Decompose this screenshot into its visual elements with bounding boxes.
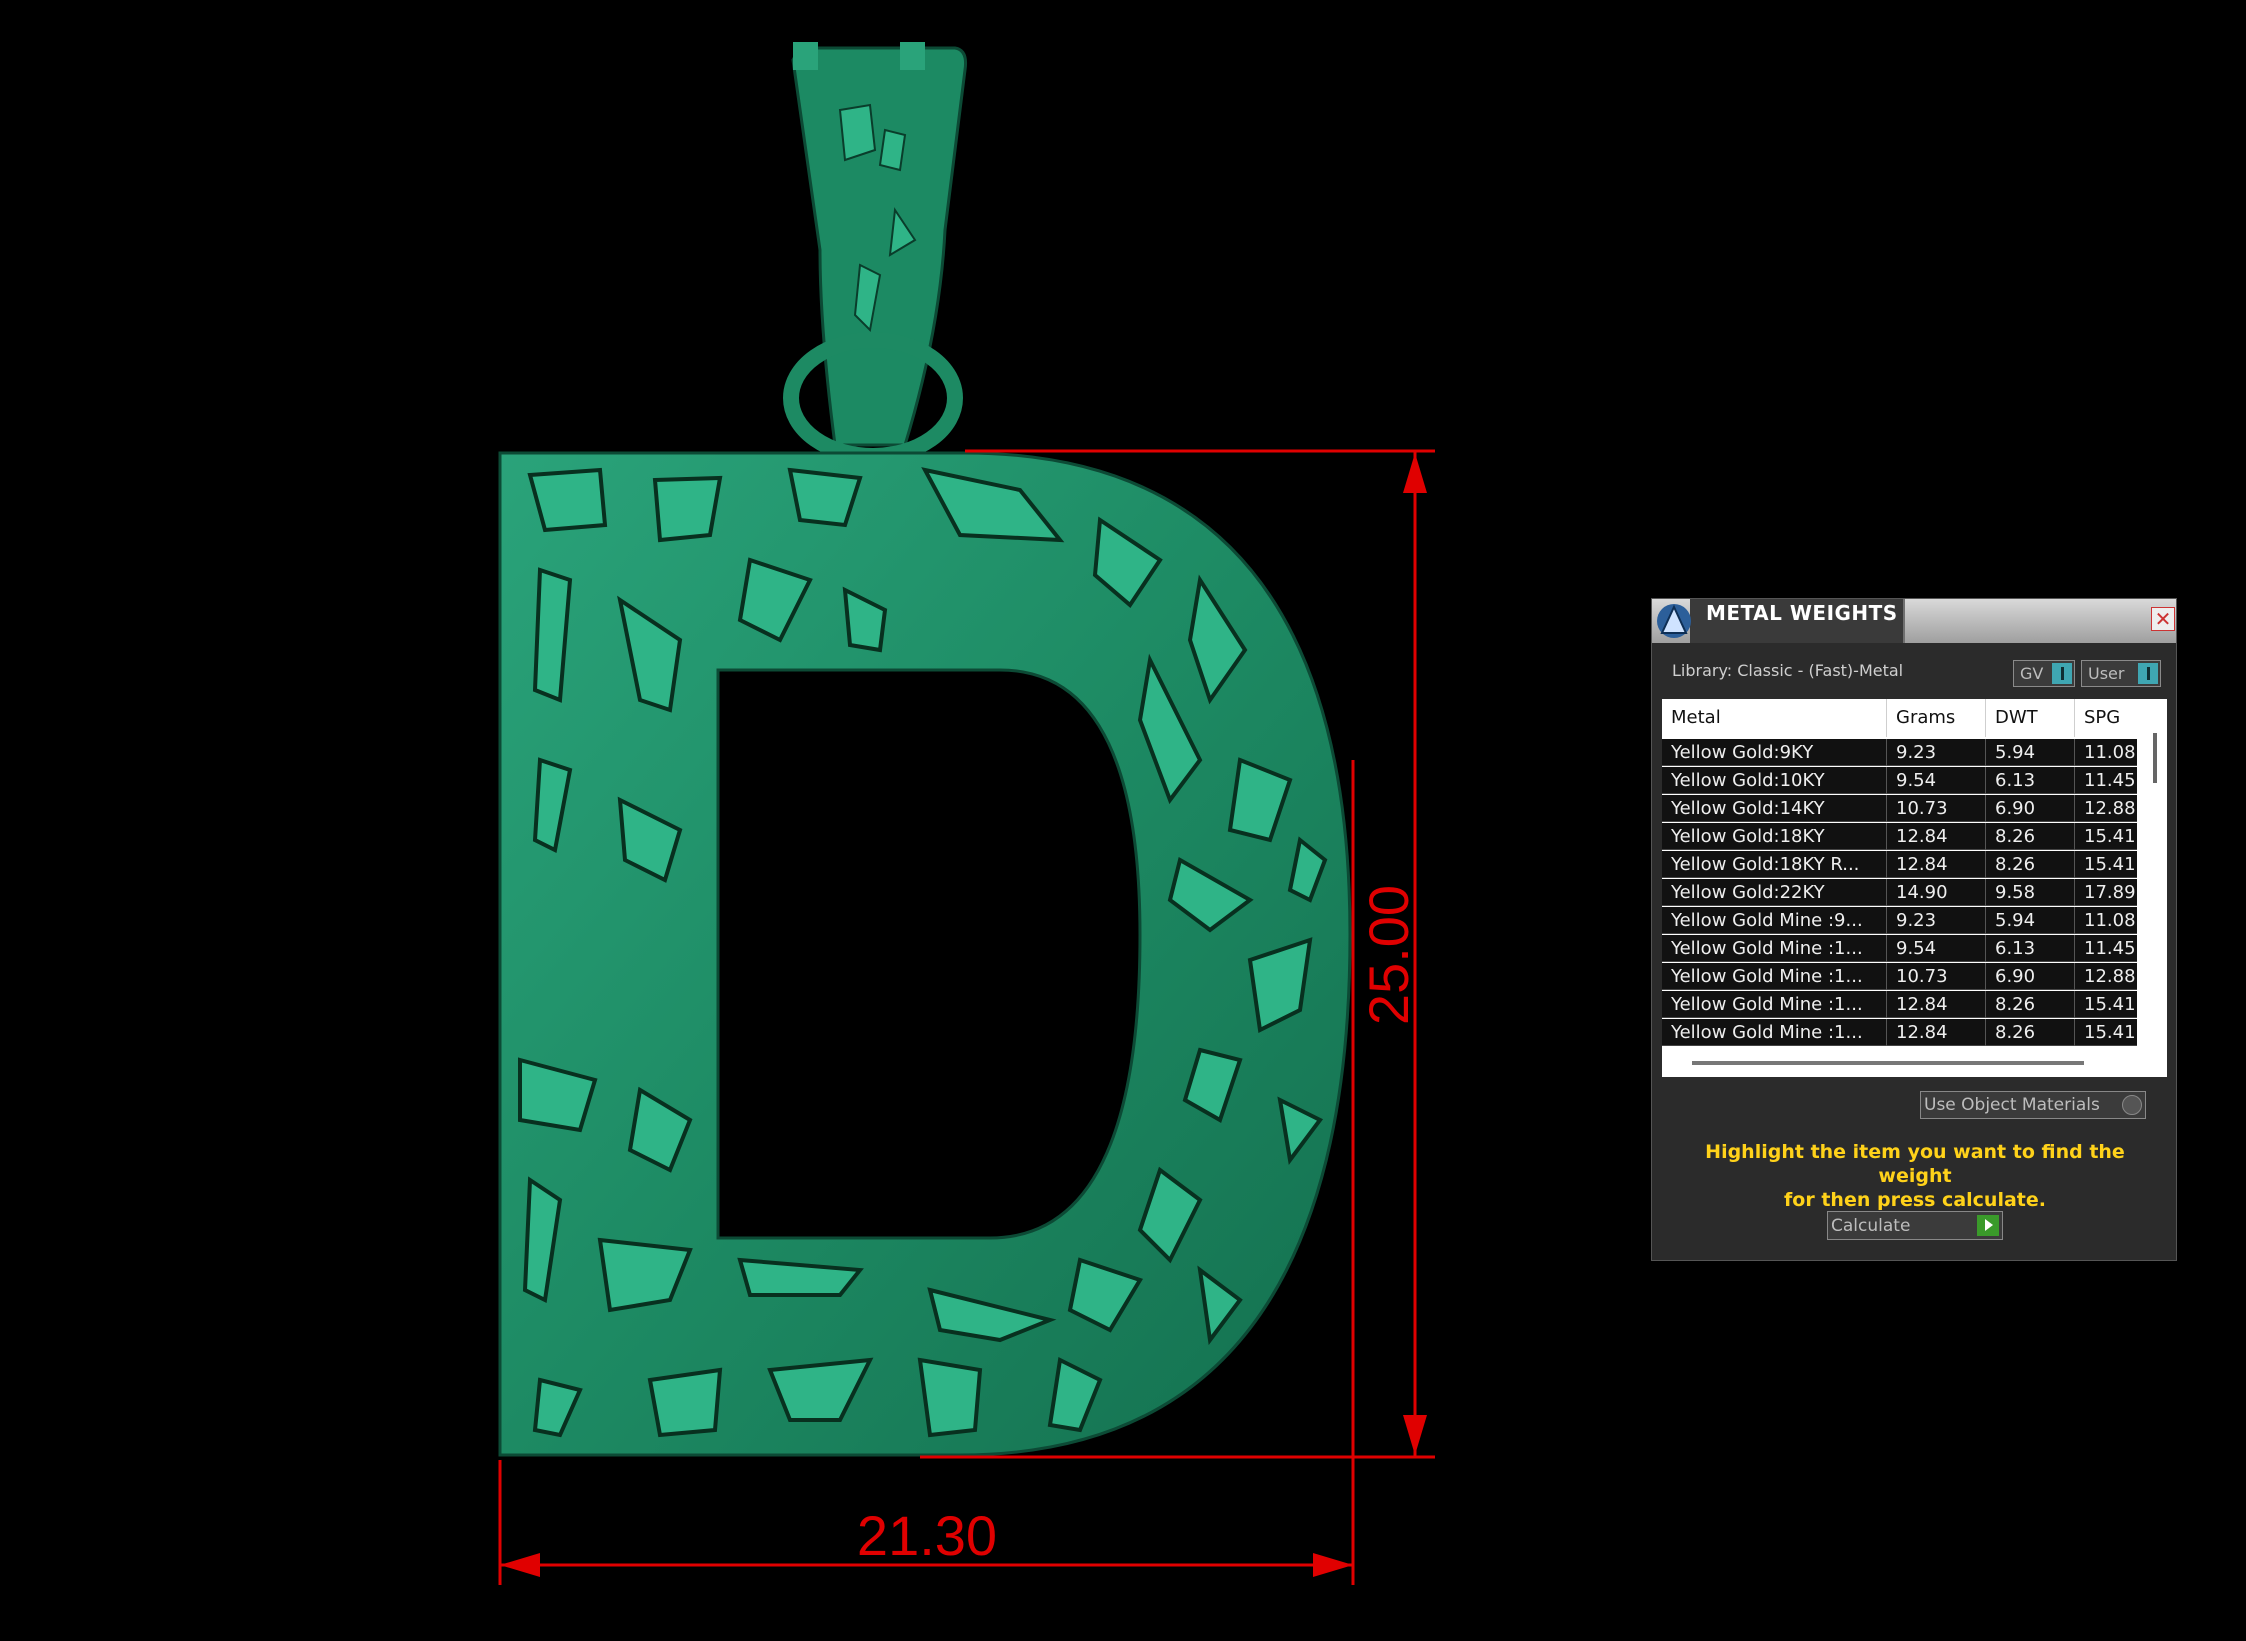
table-cell: 11.45 — [2084, 770, 2136, 791]
use-object-materials-toggle[interactable]: Use Object Materials — [1920, 1091, 2146, 1119]
table-cell: 5.94 — [1986, 907, 2075, 934]
height-dimension-label: 25.00 — [1357, 885, 1420, 1025]
table-cell: 12.84 — [1887, 823, 1986, 850]
table-cell: 8.26 — [1986, 991, 2075, 1018]
table-cell: Yellow Gold:10KY — [1662, 767, 1887, 794]
table-cell: 9.23 — [1887, 739, 1986, 766]
table-cell: 17.89 — [2084, 882, 2136, 903]
table-cell: 12.88 — [2084, 798, 2136, 819]
table-row[interactable]: Yellow Gold Mine :1... 9.54 6.13 11.45 — [1662, 935, 2137, 962]
table-cell: 10.73 — [1887, 795, 1986, 822]
library-label: Library: Classic - (Fast)-Metal — [1672, 661, 1904, 680]
table-cell: Yellow Gold Mine :1... — [1662, 1019, 1887, 1046]
table-cell: 5.94 — [1986, 739, 2075, 766]
vertical-scrollbar[interactable] — [2146, 703, 2164, 1073]
table-cell: Yellow Gold Mine :1... — [1662, 935, 1887, 962]
table-cell: 11.45 — [2084, 938, 2136, 959]
table-cell: Yellow Gold Mine :9... — [1662, 907, 1887, 934]
app-logo-icon — [1657, 604, 1691, 638]
table-cell: 15.41 — [2084, 994, 2136, 1015]
radio-indicator-icon — [2122, 1095, 2142, 1115]
table-row[interactable]: Yellow Gold:18KY R... 12.84 8.26 15.41 — [1662, 851, 2137, 878]
table-row[interactable]: Yellow Gold Mine :1... 12.84 8.26 15.41 — [1662, 1019, 2137, 1046]
table-cell: Yellow Gold:18KY R... — [1662, 851, 1887, 878]
horizontal-scrollbar[interactable] — [1692, 1061, 2084, 1065]
table-header: Metal Grams DWT SPG — [1662, 699, 2137, 737]
instruction-line-2: for then press calculate. — [1784, 1189, 2046, 1211]
table-cell: Yellow Gold:18KY — [1662, 823, 1887, 850]
table-cell: 6.13 — [1986, 767, 2075, 794]
toggle-indicator-icon — [2138, 663, 2158, 684]
table-cell: 6.13 — [1986, 935, 2075, 962]
table-cell: 12.88 — [2084, 966, 2136, 987]
table-cell: 9.58 — [1986, 879, 2075, 906]
table-cell: 8.26 — [1986, 823, 2075, 850]
use-object-materials-label: Use Object Materials — [1924, 1095, 2100, 1115]
scrollbar-thumb[interactable] — [2153, 733, 2157, 783]
column-header-metal[interactable]: Metal — [1662, 699, 1887, 737]
table-cell: 8.26 — [1986, 1019, 2075, 1046]
table-cell: Yellow Gold Mine :1... — [1662, 991, 1887, 1018]
pendant-bail — [783, 42, 967, 464]
table-cell: 15.41 — [2084, 1022, 2136, 1043]
table-cell: 9.54 — [1887, 935, 1986, 962]
user-toggle-label: User — [2088, 664, 2125, 683]
table-cell: 15.41 — [2084, 854, 2136, 875]
table-cell: 8.26 — [1986, 851, 2075, 878]
table-cell: Yellow Gold:22KY — [1662, 879, 1887, 906]
table-cell: 6.90 — [1986, 795, 2075, 822]
table-row[interactable]: Yellow Gold:14KY 10.73 6.90 12.88 — [1662, 795, 2137, 822]
panel-title: METAL WEIGHTS — [1706, 601, 1898, 625]
gv-toggle[interactable]: GV — [2013, 660, 2075, 687]
instruction-text: Highlight the item you want to find the … — [1672, 1140, 2158, 1212]
table-cell: 9.23 — [1887, 907, 1986, 934]
close-icon[interactable]: ✕ — [2151, 607, 2175, 631]
table-cell: 12.84 — [1887, 991, 1986, 1018]
pendant-letter-d — [498, 451, 1352, 1457]
table-cell: 11.08 — [2084, 910, 2136, 931]
table-cell: 6.90 — [1986, 963, 2075, 990]
table-row[interactable]: Yellow Gold:22KY 14.90 9.58 17.89 — [1662, 879, 2137, 906]
table-cell: 12.84 — [1887, 851, 1986, 878]
table-cell: Yellow Gold:9KY — [1662, 739, 1887, 766]
table-cell: 11.08 — [2084, 742, 2136, 763]
user-toggle[interactable]: User — [2081, 660, 2161, 687]
table-cell: 10.73 — [1887, 963, 1986, 990]
table-row[interactable]: Yellow Gold:18KY 12.84 8.26 15.41 — [1662, 823, 2137, 850]
column-header-dwt[interactable]: DWT — [1986, 699, 2075, 737]
table-cell: 12.84 — [1887, 1019, 1986, 1046]
column-header-grams[interactable]: Grams — [1887, 699, 1986, 737]
gv-toggle-label: GV — [2020, 664, 2044, 683]
calculate-label: Calculate — [1831, 1216, 1911, 1236]
toggle-indicator-icon — [2052, 663, 2072, 684]
table-row[interactable]: Yellow Gold:10KY 9.54 6.13 11.45 — [1662, 767, 2137, 794]
table-cell: 14.90 — [1887, 879, 1986, 906]
table-row[interactable]: Yellow Gold:9KY 9.23 5.94 11.08 — [1662, 739, 2137, 766]
table-row[interactable]: Yellow Gold Mine :1... 10.73 6.90 12.88 — [1662, 963, 2137, 990]
table-cell: 15.41 — [2084, 826, 2136, 847]
calculate-button[interactable]: Calculate — [1827, 1211, 2003, 1240]
metal-weights-panel: METAL WEIGHTS ✕ Library: Classic - (Fast… — [1651, 598, 2177, 1261]
instruction-line-1: Highlight the item you want to find the … — [1705, 1141, 2125, 1187]
table-row[interactable]: Yellow Gold Mine :1... 12.84 8.26 15.41 — [1662, 991, 2137, 1018]
table-row[interactable]: Yellow Gold Mine :9... 9.23 5.94 11.08 — [1662, 907, 2137, 934]
play-icon — [1977, 1215, 1999, 1236]
width-dimension-label: 21.30 — [857, 1504, 997, 1567]
table-cell: Yellow Gold Mine :1... — [1662, 963, 1887, 990]
table-cell: Yellow Gold:14KY — [1662, 795, 1887, 822]
table-cell: 9.54 — [1887, 767, 1986, 794]
metal-weights-table: Metal Grams DWT SPG Yellow Gold:9KY 9.23 5… — [1662, 699, 2167, 1077]
column-header-spg[interactable]: SPG — [2075, 699, 2137, 737]
